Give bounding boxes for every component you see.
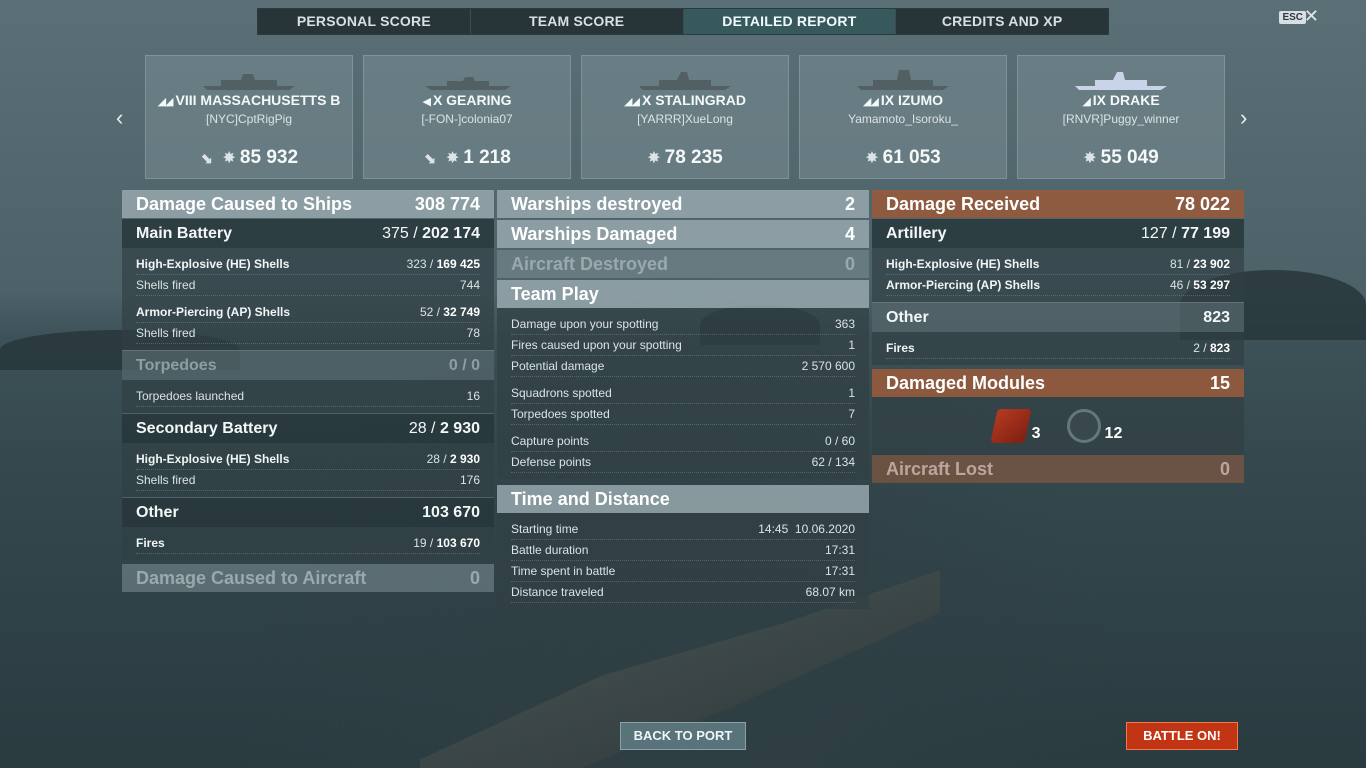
- card-damage: ⬊ ✸ 85 932: [199, 147, 299, 168]
- aircraft-lost-header: Aircraft Lost 0: [872, 455, 1244, 483]
- stat-row: Fires 2 / 823: [886, 338, 1230, 359]
- module-aa: 12: [1066, 409, 1122, 443]
- time-distance-header: Time and Distance: [497, 485, 869, 513]
- damage-received-header: Damage Received 78 022: [872, 190, 1244, 218]
- artillery-details: High-Explosive (HE) Shells 81 / 23 902 Ar…: [872, 248, 1244, 302]
- damage-burst-icon: ✸: [445, 150, 460, 167]
- sunk-ship-icon: ⬊: [199, 150, 213, 167]
- back-to-port-button[interactable]: BACK TO PORT: [620, 722, 746, 750]
- damage-caused-header: Damage Caused to Ships 308 774: [122, 190, 494, 218]
- stat-row: Torpedoes spotted 7: [511, 404, 855, 425]
- main-battery-details: High-Explosive (HE) Shells 323 / 169 425 …: [122, 248, 494, 350]
- other-received-row: Other 823: [872, 302, 1244, 332]
- ship-card[interactable]: ◢◢ IX IZUMO Yamamoto_Isoroku_ ✸ 61 053: [799, 55, 1007, 179]
- torpedoes-row: Torpedoes 0 / 0: [122, 350, 494, 380]
- card-damage: ✸ 78 235: [647, 147, 723, 168]
- tab-detailed-report[interactable]: DETAILED REPORT: [683, 9, 897, 34]
- battle-on-button[interactable]: BATTLE ON!: [1126, 722, 1238, 750]
- stat-row: Capture points 0 / 60: [511, 431, 855, 452]
- ship-name: ◢ IX DRAKE: [1082, 92, 1160, 108]
- team-play-panel: Warships destroyed 2 Warships Damaged 4 Ai…: [497, 190, 869, 609]
- player-name: [YARRR]XueLong: [637, 112, 733, 126]
- stat-row: Damage upon your spotting 363: [511, 314, 855, 335]
- stat-row: Fires caused upon your spotting 1: [511, 335, 855, 356]
- stat-row: Shells fired 78: [136, 323, 480, 344]
- stat-row: Torpedoes launched 16: [136, 386, 480, 407]
- damaged-modules-list: 3 12: [872, 397, 1244, 455]
- ship-card[interactable]: ◢◢ VIII MASSACHUSETTS B [NYC]CptRigPig ⬊ ✸…: [145, 55, 353, 179]
- stat-row: Squadrons spotted 1: [511, 383, 855, 404]
- stat-row: High-Explosive (HE) Shells 81 / 23 902: [886, 254, 1230, 275]
- player-name: [-FON-]colonia07: [421, 112, 513, 126]
- card-damage: ✸ 55 049: [1083, 147, 1159, 168]
- anti-aircraft-icon: [1066, 409, 1101, 443]
- stat-row: Starting time 14:45 10.06.2020: [511, 519, 855, 540]
- stat-row: Shells fired 176: [136, 470, 480, 491]
- ship-name: ◢◢ X STALINGRAD: [624, 92, 746, 108]
- destroyer-icon: [425, 77, 511, 90]
- damage-burst-icon: ✸: [222, 150, 236, 167]
- stat-row: Armor-Piercing (AP) Shells 46 / 53 297: [886, 275, 1230, 296]
- time-distance-details: Starting time 14:45 10.06.2020 Battle dur…: [497, 513, 869, 609]
- stat-row: High-Explosive (HE) Shells 323 / 169 425: [136, 254, 480, 275]
- warships-destroyed-header: Warships destroyed 2: [497, 190, 869, 218]
- torpedoes-details: Torpedoes launched 16: [122, 380, 494, 413]
- battleship-icon: [857, 70, 949, 90]
- stat-row: Shells fired 744: [136, 275, 480, 296]
- ship-cards: ◢◢ VIII MASSACHUSETTS B [NYC]CptRigPig ⬊ ✸…: [145, 55, 1225, 179]
- ship-card[interactable]: ◢ IX DRAKE [RNVR]Puggy_winner ✸ 55 049: [1017, 55, 1225, 179]
- stat-row: Fires 19 / 103 670: [136, 533, 480, 554]
- ship-name: ◢◢ VIII MASSACHUSETTS B: [157, 92, 341, 108]
- tab-personal-score[interactable]: PERSONAL SCORE: [258, 9, 471, 34]
- player-name: [NYC]CptRigPig: [205, 112, 293, 126]
- stat-row: Defense points 62 / 134: [511, 452, 855, 473]
- tab-credits-xp[interactable]: CREDITS AND XP: [896, 9, 1108, 34]
- secondary-battery-details: High-Explosive (HE) Shells 28 / 2 930 She…: [122, 443, 494, 497]
- stat-row: Time spent in battle 17:31: [511, 561, 855, 582]
- damaged-modules-header: Damaged Modules 15: [872, 369, 1244, 397]
- damage-caused-panel: Damage Caused to Ships 308 774 Main Batte…: [122, 190, 494, 592]
- cards-prev-arrow-icon[interactable]: ‹: [116, 105, 123, 131]
- torpedo-tubes-icon: [990, 409, 1032, 443]
- stat-row: Distance traveled 68.07 km: [511, 582, 855, 603]
- damage-received-panel: Damage Received 78 022 Artillery 127 / 77 …: [872, 190, 1244, 483]
- ship-card[interactable]: ◢◢ X STALINGRAD [YARRR]XueLong ✸ 78 235: [581, 55, 789, 179]
- damage-burst-icon: ✸: [1083, 150, 1097, 167]
- module-fire: 3: [990, 409, 1041, 443]
- card-damage: ✸ 61 053: [865, 147, 941, 168]
- team-play-details: Damage upon your spotting 363 Fires cause…: [497, 308, 869, 479]
- close-icon[interactable]: ✕: [1304, 6, 1319, 27]
- cruiser-icon: [639, 72, 731, 90]
- card-damage: ⬊ ✸ 1 218: [423, 147, 511, 168]
- esc-key-hint: ESC: [1279, 11, 1306, 24]
- damage-aircraft-header: Damage Caused to Aircraft 0: [122, 564, 494, 592]
- tab-team-score[interactable]: TEAM SCORE: [471, 9, 684, 34]
- artillery-row: Artillery 127 / 77 199: [872, 218, 1244, 248]
- stat-row: Potential damage 2 570 600: [511, 356, 855, 377]
- ship-name: ◀ X GEARING: [422, 92, 512, 108]
- stat-row: Battle duration 17:31: [511, 540, 855, 561]
- damage-burst-icon: ✸: [647, 150, 661, 167]
- other-received-details: Fires 2 / 823: [872, 332, 1244, 365]
- report-tabs: PERSONAL SCORE TEAM SCORE DETAILED REPOR…: [257, 8, 1109, 35]
- other-details: Fires 19 / 103 670: [122, 527, 494, 560]
- ship-name: ◢◢ IX IZUMO: [862, 92, 944, 108]
- main-battery-row: Main Battery 375 / 202 174: [122, 218, 494, 248]
- player-name: Yamamoto_Isoroku_: [848, 112, 958, 126]
- sunk-ship-icon: ⬊: [423, 150, 436, 167]
- warships-damaged-header: Warships Damaged 4: [497, 220, 869, 248]
- other-row: Other 103 670: [122, 497, 494, 527]
- battleship-icon: [203, 74, 295, 90]
- damage-burst-icon: ✸: [865, 150, 879, 167]
- cruiser-icon: [1075, 72, 1167, 90]
- aircraft-destroyed-header: Aircraft Destroyed 0: [497, 250, 869, 278]
- player-name: [RNVR]Puggy_winner: [1062, 112, 1180, 126]
- team-play-header: Team Play: [497, 280, 869, 308]
- stat-row: High-Explosive (HE) Shells 28 / 2 930: [136, 449, 480, 470]
- ship-card[interactable]: ◀ X GEARING [-FON-]colonia07 ⬊ ✸ 1 218: [363, 55, 571, 179]
- secondary-battery-row: Secondary Battery 28 / 2 930: [122, 413, 494, 443]
- cards-next-arrow-icon[interactable]: ›: [1240, 105, 1247, 131]
- stat-row: Armor-Piercing (AP) Shells 52 / 32 749: [136, 302, 480, 323]
